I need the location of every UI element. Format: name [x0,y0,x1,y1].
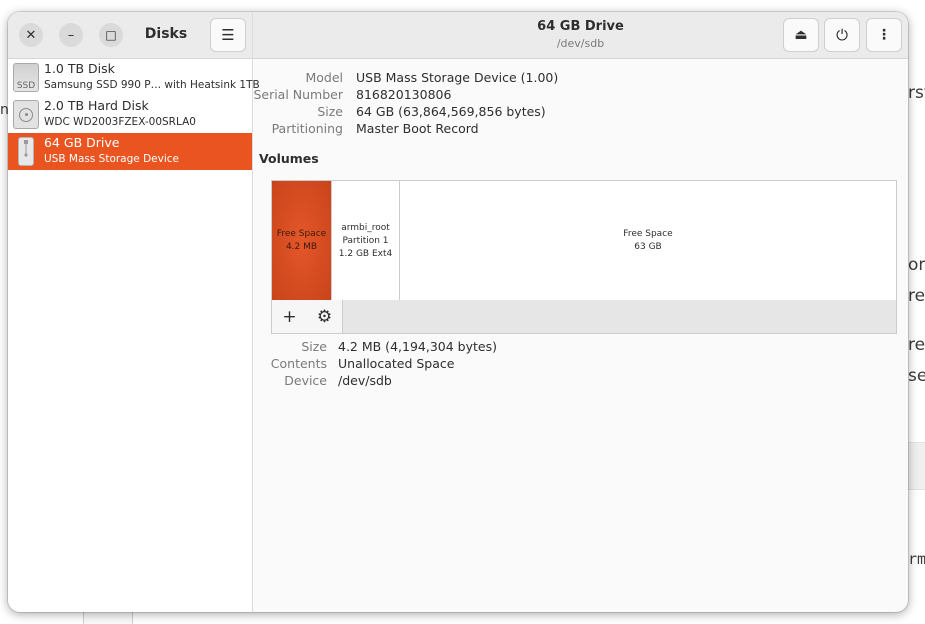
create-partition-button[interactable]: + [272,300,308,333]
drive-subtitle: USB Mass Storage Device [44,153,179,165]
main-header: 64 GB Drive /dev/sdb ⏏ ⏻ ⋮ [253,12,908,59]
property-row: Contents Unallocated Space [265,356,665,373]
volume-map: Free Space 4.2 MB armbi_root Partition 1… [271,180,897,302]
eject-button[interactable]: ⏏ [783,18,819,52]
volume-segment-partition-number: Partition 1 [342,235,389,246]
volume-segment-label: Free Space [276,229,327,239]
drive-name: 1.0 TB Disk [44,61,115,76]
property-value: 4.2 MB (4,194,304 bytes) [338,339,497,354]
maximize-icon: □ [105,28,117,42]
hard-disk-icon [13,100,39,129]
volume-segment-free-space-selected[interactable]: Free Space 4.2 MB [272,181,332,301]
property-value: 816820130806 [356,87,452,102]
ssd-icon-label: SSD [16,81,36,91]
background-text-fragment: se [908,366,925,386]
property-value: /dev/sdb [338,373,392,388]
property-value: Master Boot Record [356,121,479,136]
volumes-heading: Volumes [259,151,319,166]
property-row: Size 64 GB (63,864,569,856 bytes) [253,104,853,121]
background-text-fragment: re [908,335,925,355]
hamburger-menu-icon: ☰ [221,26,235,44]
disks-window: ✕ – □ Disks ☰ SSD 1.0 TB Disk Samsung SS… [8,12,908,612]
property-row: Size 4.2 MB (4,194,304 bytes) [265,339,665,356]
drive-options-button[interactable]: ⋮ [866,18,902,52]
sidebar-header: ✕ – □ Disks ☰ [8,12,252,59]
volume-segment-size: 63 GB [634,242,662,252]
main-menu-button[interactable]: ☰ [210,18,246,52]
property-label: Size [301,339,327,354]
property-row: Partitioning Master Boot Record [253,121,853,138]
volume-toolbar: + ⚙ [271,300,897,334]
close-icon: ✕ [25,27,37,43]
property-label: Size [317,104,343,119]
property-row: Device /dev/sdb [265,373,665,390]
property-value: Unallocated Space [338,356,455,371]
property-label: Contents [270,356,327,371]
power-off-button[interactable]: ⏻ [824,18,860,52]
drive-name: 64 GB Drive [44,135,120,150]
property-label: Serial Number [253,87,343,102]
drive-subtitle: Samsung SSD 990 P… with Heatsink 1TB [44,79,260,91]
sidebar: ✕ – □ Disks ☰ SSD 1.0 TB Disk Samsung SS… [8,12,260,612]
property-value: 64 GB (63,864,569,856 bytes) [356,104,546,119]
drive-name: 2.0 TB Hard Disk [44,98,149,113]
partition-settings-button[interactable]: ⚙ [307,300,343,333]
drive-list-item[interactable]: 2.0 TB Hard Disk WDC WD2003FZEX-00SRLA0 [8,96,252,133]
drive-list-item[interactable]: SSD 1.0 TB Disk Samsung SSD 990 P… with … [8,59,260,96]
sidebar-title: Disks [144,26,188,42]
background-text-fragment: on [908,255,925,275]
plus-icon: + [282,306,297,327]
volume-segment-size: 4.2 MB [285,242,318,252]
volume-segment-label: Free Space [623,229,673,239]
volume-segment-size: 1.2 GB Ext4 [338,248,393,259]
drive-subtitle: WDC WD2003FZEX-00SRLA0 [44,116,196,128]
close-button[interactable]: ✕ [19,23,43,47]
property-row: Model USB Mass Storage Device (1.00) [253,70,853,87]
minimize-button[interactable]: – [59,23,83,47]
volume-segment-label: armbi_root [341,222,390,233]
property-label: Partitioning [271,121,343,136]
volume-segment-free-space[interactable]: Free Space 63 GB [400,181,896,301]
background-text-fragment: rst [908,83,925,103]
property-row: Serial Number 816820130806 [253,87,853,104]
property-label: Model [305,70,343,85]
minimize-icon: – [67,27,75,43]
drive-list-item-selected[interactable]: 64 GB Drive USB Mass Storage Device [8,133,252,170]
background-bar [908,442,925,490]
property-label: Device [284,373,327,388]
power-icon: ⏻ [836,26,848,44]
ssd-icon: SSD [13,63,39,92]
gear-icon: ⚙ [316,306,333,327]
more-options-icon: ⋮ [877,27,891,43]
volume-segment-partition[interactable]: armbi_root Partition 1 1.2 GB Ext4 [332,181,400,301]
usb-drive-icon [18,137,34,166]
property-value: USB Mass Storage Device (1.00) [356,70,559,85]
background-text-fragment: re [908,286,925,306]
eject-icon: ⏏ [794,27,808,43]
background-text-fragment: rm [908,550,925,568]
maximize-button[interactable]: □ [99,23,123,47]
